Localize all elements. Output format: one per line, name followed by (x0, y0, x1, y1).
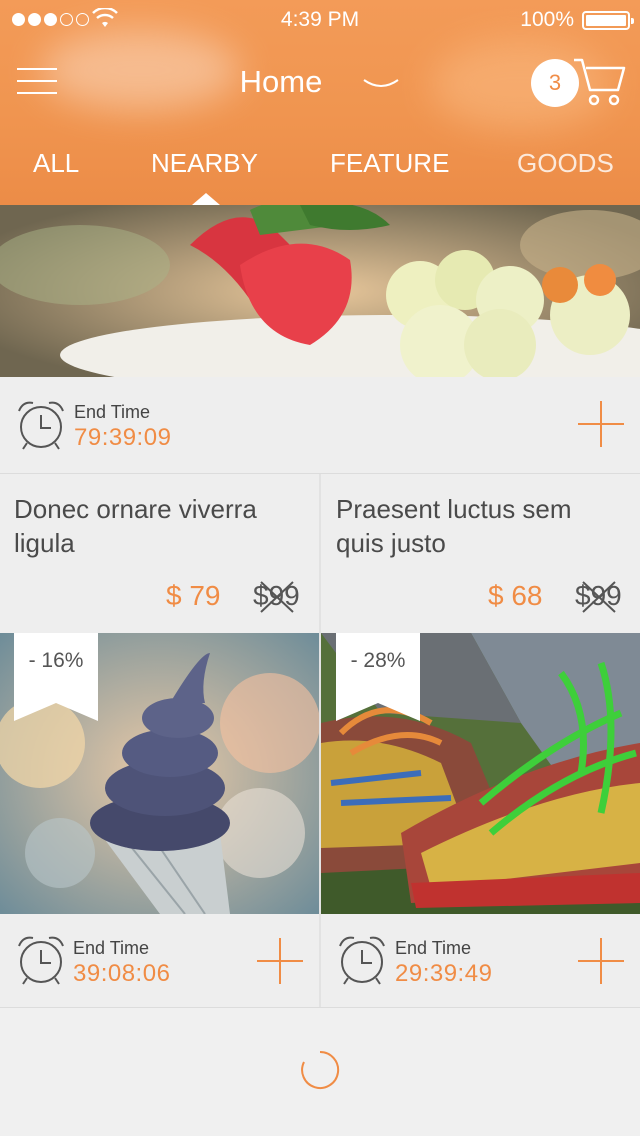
loading-spinner-icon (301, 1050, 340, 1089)
app-header: 4:39 PM 100% Home 3 ALL NEARBY FEATURE G… (0, 0, 640, 205)
product-title[interactable]: Praesent luctus sem quis justo (336, 492, 626, 560)
discount-badge: - 28% (336, 633, 420, 721)
tab-nearby[interactable]: NEARBY (151, 148, 258, 179)
strikethrough-x (582, 581, 616, 613)
product-image[interactable]: - 28% (321, 633, 640, 914)
end-time-value: 29:39:49 (395, 960, 493, 987)
category-tabs: ALL NEARBY FEATURE GOODS (0, 148, 640, 188)
product-image[interactable]: - 16% (0, 633, 319, 914)
discount-badge: - 16% (14, 633, 98, 721)
product-price: $ 79 (166, 580, 221, 611)
product-old-price: $99 (253, 580, 300, 613)
tab-feature[interactable]: FEATURE (330, 148, 449, 179)
tab-all[interactable]: ALL (33, 148, 79, 179)
cart-icon[interactable] (572, 56, 626, 108)
end-time-value: 39:08:06 (73, 960, 171, 987)
strikethrough-x (260, 581, 294, 613)
end-time-label: End Time (73, 938, 150, 958)
end-time-label: End Time (74, 402, 151, 422)
add-icon[interactable] (578, 401, 624, 447)
chevron-down-icon[interactable] (362, 74, 400, 96)
product-old-price: $99 (575, 580, 622, 613)
active-tab-indicator (192, 193, 220, 205)
featured-end-time-row: End Time 79:39:09 (0, 377, 640, 473)
featured-banner-image[interactable] (0, 205, 640, 377)
product-end-time-row: End Time 39:08:06 (0, 914, 319, 1007)
product-title[interactable]: Donec ornare viverra ligula (14, 492, 304, 560)
page-title[interactable]: Home (0, 64, 562, 100)
status-bar: 4:39 PM 100% (0, 0, 640, 40)
end-time-value: 79:39:09 (74, 424, 172, 451)
add-icon[interactable] (578, 938, 624, 984)
food-plate-illustration (0, 205, 640, 377)
product-end-time-row: End Time 29:39:49 (321, 914, 640, 1007)
add-icon[interactable] (257, 938, 303, 984)
alarm-clock-icon (18, 936, 64, 985)
end-time-label: End Time (395, 938, 472, 958)
battery-percent: 100% (520, 8, 574, 31)
tab-goods[interactable]: GOODS (517, 148, 614, 179)
alarm-clock-icon (339, 936, 385, 985)
product-price: $ 68 (488, 580, 543, 611)
battery-icon (582, 11, 634, 30)
alarm-clock-icon (18, 401, 64, 450)
